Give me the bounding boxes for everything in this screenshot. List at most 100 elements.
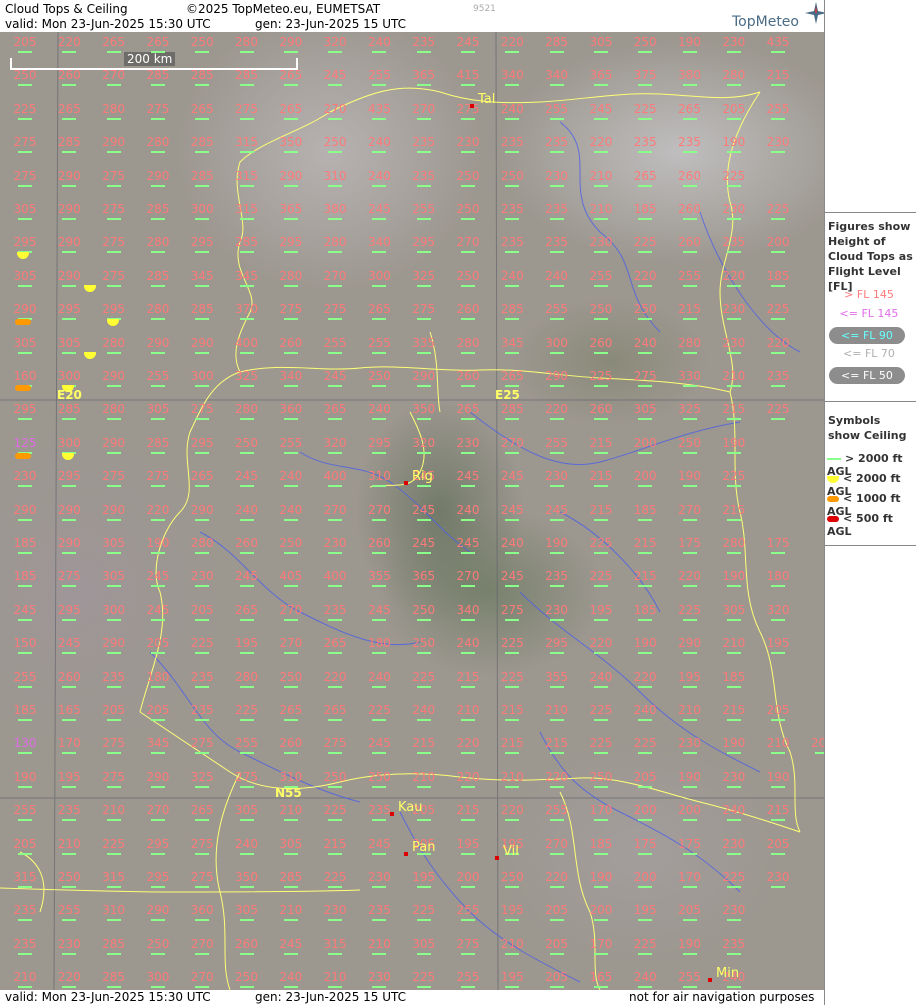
legend-item: <= FL 145 <box>839 307 899 320</box>
ceiling-tick <box>461 719 475 721</box>
ceiling-tick <box>505 385 520 387</box>
disclaimer: not for air navigation purposes <box>629 990 815 1004</box>
ceiling-tick <box>726 117 741 120</box>
ceiling-tick <box>726 251 741 254</box>
ceiling-tick <box>195 518 210 521</box>
ceiling-tick <box>18 518 32 521</box>
ceiling-tick <box>682 451 697 454</box>
ceiling-tick <box>726 151 741 154</box>
cloud-top-value: 210 <box>456 703 480 717</box>
cloud-top-value: 250 <box>456 168 480 183</box>
cloud-top-value: 305 <box>102 569 126 584</box>
ceiling-tick <box>461 151 475 154</box>
ceiling-tick <box>505 819 520 822</box>
cloud-top-value: 270 <box>412 101 436 116</box>
ceiling-tick <box>638 251 653 254</box>
ceiling-tick <box>283 752 298 755</box>
ceiling-tick <box>18 351 32 354</box>
cloud-top-value: 280 <box>722 68 746 83</box>
cloud-top-value: 190 <box>678 35 701 49</box>
ceiling-tick <box>549 218 564 220</box>
cloud-top-value: 255 <box>545 302 569 317</box>
cloud-top-value: 240 <box>722 803 746 818</box>
ceiling-tick <box>18 84 32 87</box>
cloud-top-value: 210 <box>279 903 303 918</box>
cloud-top-value: 200 <box>633 803 657 818</box>
cloud-top-value: 275 <box>500 602 524 617</box>
cloud-top-value: 225 <box>323 803 347 818</box>
ceiling-tick <box>372 618 387 621</box>
cloud-top-value: 305 <box>235 903 258 918</box>
cloud-top-value: 210 <box>412 769 436 784</box>
satellite-map[interactable]: 200 km 205 220 265 265 250 280 290 320 240 235 245… <box>0 32 824 990</box>
cloud-top-value: 260 <box>235 936 258 951</box>
ceiling-tick <box>283 418 298 421</box>
ceiling-tick <box>18 284 32 287</box>
cloud-top-value: 235 <box>102 669 126 684</box>
ceiling-tick <box>505 284 520 287</box>
cloud-top-value: 225 <box>412 903 436 918</box>
ceiling-tick <box>195 451 210 454</box>
ceiling-tick <box>150 719 165 721</box>
cloud-top-value: 295 <box>545 636 569 651</box>
ceiling-tick <box>283 117 298 120</box>
ceiling-tick <box>416 886 431 888</box>
ceiling-tick <box>283 886 298 888</box>
cloud-top-value: 235 <box>722 235 746 250</box>
cloud-top-value: 255 <box>766 101 790 116</box>
cloud-top-value: 200 <box>633 469 657 484</box>
ceiling-tick <box>18 218 32 220</box>
cloud-top-value: 305 <box>633 402 657 417</box>
cloud-top-value: 225 <box>102 836 126 851</box>
ceiling-tick <box>416 485 431 488</box>
ceiling-tick <box>62 819 77 822</box>
cloud-top-value: 355 <box>545 669 569 684</box>
cloud-top-value: 230 <box>722 302 746 317</box>
cloud-top-value: 365 <box>412 68 436 83</box>
ceiling-tick <box>461 117 475 120</box>
cloud-top-value: 175 <box>678 536 701 550</box>
ceiling-tick <box>771 618 786 621</box>
cloud-top-value: 255 <box>57 903 81 918</box>
cloud-top-value: 220 <box>545 870 569 884</box>
ceiling-tick <box>461 552 475 554</box>
ceiling-tick <box>328 251 343 254</box>
ceiling-tick <box>150 84 165 87</box>
ceiling-tick <box>195 919 210 922</box>
cloud-top-value: 350 <box>235 870 258 884</box>
ceiling-tick <box>106 585 121 588</box>
cloud-top-value: 260 <box>589 335 613 350</box>
cloud-top-value: 250 <box>367 369 391 383</box>
ceiling-tick <box>638 418 653 421</box>
ceiling-tick <box>328 351 343 354</box>
ceiling-tick <box>106 618 121 621</box>
cloud-top-value: 175 <box>766 536 790 550</box>
cloud-top-value: 230 <box>545 602 569 617</box>
cloud-top-value: 260 <box>235 536 258 550</box>
ceiling-tick <box>150 351 165 354</box>
ceiling-tick <box>593 117 608 120</box>
cloud-top-value: 220 <box>323 669 347 684</box>
cloud-top-value: 250 <box>589 769 613 784</box>
cloud-top-value: 245 <box>235 569 258 584</box>
cloud-top-value: 250 <box>279 669 303 684</box>
cloud-top-value: 205 <box>13 836 37 851</box>
ceiling-tick <box>549 785 564 788</box>
cloud-top-value: 290 <box>57 536 81 550</box>
ceiling-tick <box>416 986 431 989</box>
cloud-top-value: 295 <box>57 602 81 617</box>
ceiling-tick <box>726 485 741 488</box>
cloud-top-value: 215 <box>545 736 569 751</box>
ceiling-tick <box>682 251 697 254</box>
ceiling-tick <box>593 418 608 421</box>
ceiling-tick <box>372 284 387 287</box>
ceiling-tick <box>726 819 741 822</box>
ceiling-tick <box>372 518 387 521</box>
cloud-top-value: 235 <box>412 135 436 150</box>
ceiling-tick <box>461 418 475 421</box>
cloud-top-value: 240 <box>456 636 480 651</box>
cloud-top-value: 235 <box>545 569 569 584</box>
ceiling-tick <box>593 385 608 387</box>
ceiling-tick <box>416 251 431 254</box>
cloud-top-value: 250 <box>500 870 524 884</box>
